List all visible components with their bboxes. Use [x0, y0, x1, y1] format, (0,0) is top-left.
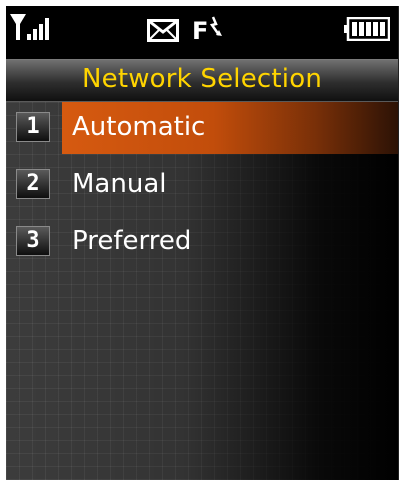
menu-item-preferred[interactable]: 3 Preferred: [6, 216, 398, 268]
number-key-icon: 3: [16, 226, 50, 256]
battery-full-icon: [344, 17, 390, 41]
page-title: Network Selection: [81, 64, 323, 94]
phone-screen: F Network Selection 1 Automatic 2 Manual: [6, 6, 399, 480]
menu-item-label: Manual: [72, 169, 167, 199]
menu-item-label: Preferred: [72, 226, 192, 256]
menu-list: 1 Automatic 2 Manual 3 Preferred: [6, 102, 398, 480]
menu-item-manual[interactable]: 2 Manual: [6, 159, 398, 211]
signal-strength-icon: [10, 14, 49, 40]
indicator-icon: F: [192, 16, 222, 43]
title-bar: Network Selection: [6, 59, 398, 102]
envelope-icon: [147, 19, 179, 42]
indicator-text: F: [192, 17, 208, 43]
menu-item-automatic[interactable]: 1 Automatic: [6, 102, 398, 154]
menu-item-label: Automatic: [72, 112, 206, 142]
status-bar: F: [6, 6, 398, 56]
number-key-icon: 2: [16, 169, 50, 199]
number-key-icon: 1: [16, 112, 50, 142]
